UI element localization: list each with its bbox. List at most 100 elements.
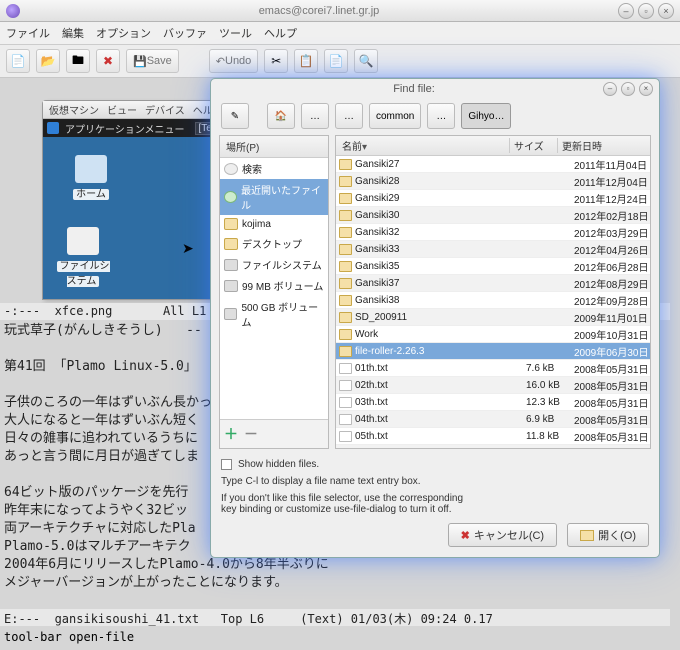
tb-save-button[interactable]: 💾 Save bbox=[126, 49, 179, 73]
menu-tools[interactable]: ツール bbox=[219, 25, 252, 41]
places-item[interactable]: 検索 bbox=[220, 158, 328, 179]
file-list-header[interactable]: 名前▾ サイズ 更新日時 bbox=[336, 136, 650, 156]
emacs-modeline-bottom: E:--- gansikisoushi_41.txt Top L6 (Text)… bbox=[0, 609, 670, 626]
file-row[interactable]: Gansiki372012年08月29日 bbox=[336, 275, 650, 292]
tb-paste-icon[interactable]: 📄 bbox=[324, 49, 348, 73]
file-date: 2012年06月28日 bbox=[570, 259, 650, 274]
emacs-minibuffer[interactable]: tool-bar open-file bbox=[0, 630, 134, 644]
file-row[interactable]: 03th.txt12.3 kB2008年05月31日 bbox=[336, 394, 650, 411]
clock-icon bbox=[224, 191, 237, 203]
desktop-fs-icon[interactable]: ファイルシステム bbox=[53, 227, 113, 287]
file-row[interactable]: Gansiki322012年03月29日 bbox=[336, 224, 650, 241]
tb-undo-button[interactable]: ↶ Undo bbox=[209, 49, 259, 73]
dialog-maximize-button[interactable]: ▫ bbox=[621, 82, 635, 96]
menu-file[interactable]: ファイル bbox=[6, 25, 50, 41]
folder-icon bbox=[339, 210, 352, 221]
places-add-button[interactable]: ＋ bbox=[224, 424, 238, 444]
path-seg-3[interactable]: … bbox=[427, 103, 455, 129]
window-maximize-button[interactable]: ▫ bbox=[638, 3, 654, 19]
places-item-label: 最近開いたファイル bbox=[241, 182, 324, 212]
places-header[interactable]: 場所(P) bbox=[220, 136, 328, 158]
column-name[interactable]: 名前▾ bbox=[336, 138, 510, 153]
path-seg-common[interactable]: common bbox=[369, 103, 421, 129]
file-row[interactable]: Gansiki272011年11月04日 bbox=[336, 156, 650, 173]
checkbox-icon[interactable] bbox=[221, 459, 232, 470]
folder-icon bbox=[339, 244, 352, 255]
column-size[interactable]: サイズ bbox=[510, 138, 558, 153]
tb-open-icon[interactable]: 📂 bbox=[36, 49, 60, 73]
file-size: 11.1 kB bbox=[522, 448, 570, 449]
places-item[interactable]: デスクトップ bbox=[220, 233, 328, 254]
file-row[interactable]: Gansiki382012年09月28日 bbox=[336, 292, 650, 309]
show-hidden-checkbox[interactable]: Show hidden files. bbox=[221, 459, 649, 470]
file-date: 2008年05月31日 bbox=[570, 361, 650, 376]
open-button[interactable]: 開く(O) bbox=[567, 523, 649, 547]
tb-dired-icon[interactable]: 🖿 bbox=[66, 49, 90, 73]
file-row[interactable]: Gansiki302012年02月18日 bbox=[336, 207, 650, 224]
file-row[interactable]: Gansiki292011年12月24日 bbox=[336, 190, 650, 207]
dialog-close-button[interactable]: × bbox=[639, 82, 653, 96]
places-item-label: 検索 bbox=[242, 161, 262, 176]
folder-icon bbox=[339, 261, 352, 272]
tb-copy-icon[interactable]: 📋 bbox=[294, 49, 318, 73]
file-row[interactable]: Work2009年10月31日 bbox=[336, 326, 650, 343]
file-list[interactable]: Gansiki272011年11月04日Gansiki282011年12月04日… bbox=[336, 156, 650, 448]
vm-menu-machine[interactable]: 仮想マシン bbox=[49, 102, 99, 117]
file-date: 2012年02月18日 bbox=[570, 208, 650, 223]
xfce-menu-icon[interactable] bbox=[47, 122, 59, 134]
window-close-button[interactable]: × bbox=[658, 3, 674, 19]
tb-close-icon[interactable]: ✖ bbox=[96, 49, 120, 73]
menu-options[interactable]: オプション bbox=[96, 25, 151, 41]
tb-cut-icon[interactable]: ✂ bbox=[264, 49, 288, 73]
menu-edit[interactable]: 編集 bbox=[62, 25, 84, 41]
places-item[interactable]: 99 MB ボリューム bbox=[220, 275, 328, 296]
show-hidden-label: Show hidden files. bbox=[238, 459, 319, 470]
file-dialog: Find file: – ▫ × ✎ 🏠 … … common … Gihyo…… bbox=[210, 78, 660, 558]
file-name: 02th.txt bbox=[355, 380, 388, 391]
file-row[interactable]: Gansiki332012年04月26日 bbox=[336, 241, 650, 258]
file-date: 2009年10月31日 bbox=[570, 327, 650, 342]
hint-text-2: If you don't like this file selector, us… bbox=[221, 493, 649, 515]
file-row[interactable]: 05th.txt11.8 kB2008年05月31日 bbox=[336, 428, 650, 445]
vm-menu-view[interactable]: ビュー bbox=[107, 102, 137, 117]
emacs-app-icon bbox=[6, 4, 20, 18]
file-row[interactable]: SD_2009112009年11月01日 bbox=[336, 309, 650, 326]
home-icon bbox=[224, 238, 238, 250]
menu-buffers[interactable]: バッファ bbox=[163, 25, 207, 41]
window-minimize-button[interactable]: – bbox=[618, 3, 634, 19]
path-home-button[interactable]: 🏠 bbox=[267, 103, 295, 129]
path-seg-gihyo[interactable]: Gihyo… bbox=[461, 103, 511, 129]
tb-search-icon[interactable]: 🔍 bbox=[354, 49, 378, 73]
file-row[interactable]: file-roller-2.26.32009年06月30日 bbox=[336, 343, 650, 360]
cancel-button[interactable]: ✖ キャンセル(C) bbox=[448, 523, 558, 547]
file-row[interactable]: 06th.txt11.1 kB2008年05月31日 bbox=[336, 445, 650, 448]
file-row[interactable]: 04th.txt6.9 kB2008年05月31日 bbox=[336, 411, 650, 428]
file-row[interactable]: 02th.txt16.0 kB2008年05月31日 bbox=[336, 377, 650, 394]
dialog-minimize-button[interactable]: – bbox=[603, 82, 617, 96]
open-folder-icon bbox=[580, 530, 594, 541]
places-item[interactable]: 最近開いたファイル bbox=[220, 179, 328, 215]
places-remove-button[interactable]: － bbox=[244, 424, 258, 444]
vm-menu-devices[interactable]: デバイス bbox=[145, 102, 185, 117]
menu-help[interactable]: ヘルプ bbox=[264, 25, 297, 41]
file-row[interactable]: Gansiki35 2012年06月28日 bbox=[336, 258, 650, 275]
places-item[interactable]: 500 GB ボリューム bbox=[220, 296, 328, 332]
path-seg-1[interactable]: … bbox=[301, 103, 329, 129]
file-icon bbox=[339, 448, 352, 449]
path-seg-2[interactable]: … bbox=[335, 103, 363, 129]
desktop-home-icon[interactable]: ホーム bbox=[61, 155, 121, 200]
edit-path-button[interactable]: ✎ bbox=[221, 103, 249, 129]
xfce-appmenu[interactable]: アプリケーションメニュー bbox=[65, 121, 185, 136]
places-item[interactable]: ファイルシステム bbox=[220, 254, 328, 275]
tb-new-icon[interactable]: 📄 bbox=[6, 49, 30, 73]
file-name: Gansiki35 bbox=[355, 261, 399, 272]
dialog-titlebar[interactable]: Find file: – ▫ × bbox=[211, 79, 659, 99]
emacs-menubar[interactable]: ファイル 編集 オプション バッファ ツール ヘルプ bbox=[0, 22, 680, 45]
file-row[interactable]: 01th.txt7.6 kB2008年05月31日 bbox=[336, 360, 650, 377]
places-list[interactable]: 検索最近開いたファイル kojimaデスクトップファイルシステム99 MB ボリュ… bbox=[220, 158, 328, 419]
file-name: Gansiki29 bbox=[355, 193, 399, 204]
places-item[interactable]: kojima bbox=[220, 215, 328, 233]
column-date[interactable]: 更新日時 bbox=[558, 138, 650, 153]
file-row[interactable]: Gansiki282011年12月04日 bbox=[336, 173, 650, 190]
home-folder-icon bbox=[75, 155, 107, 183]
